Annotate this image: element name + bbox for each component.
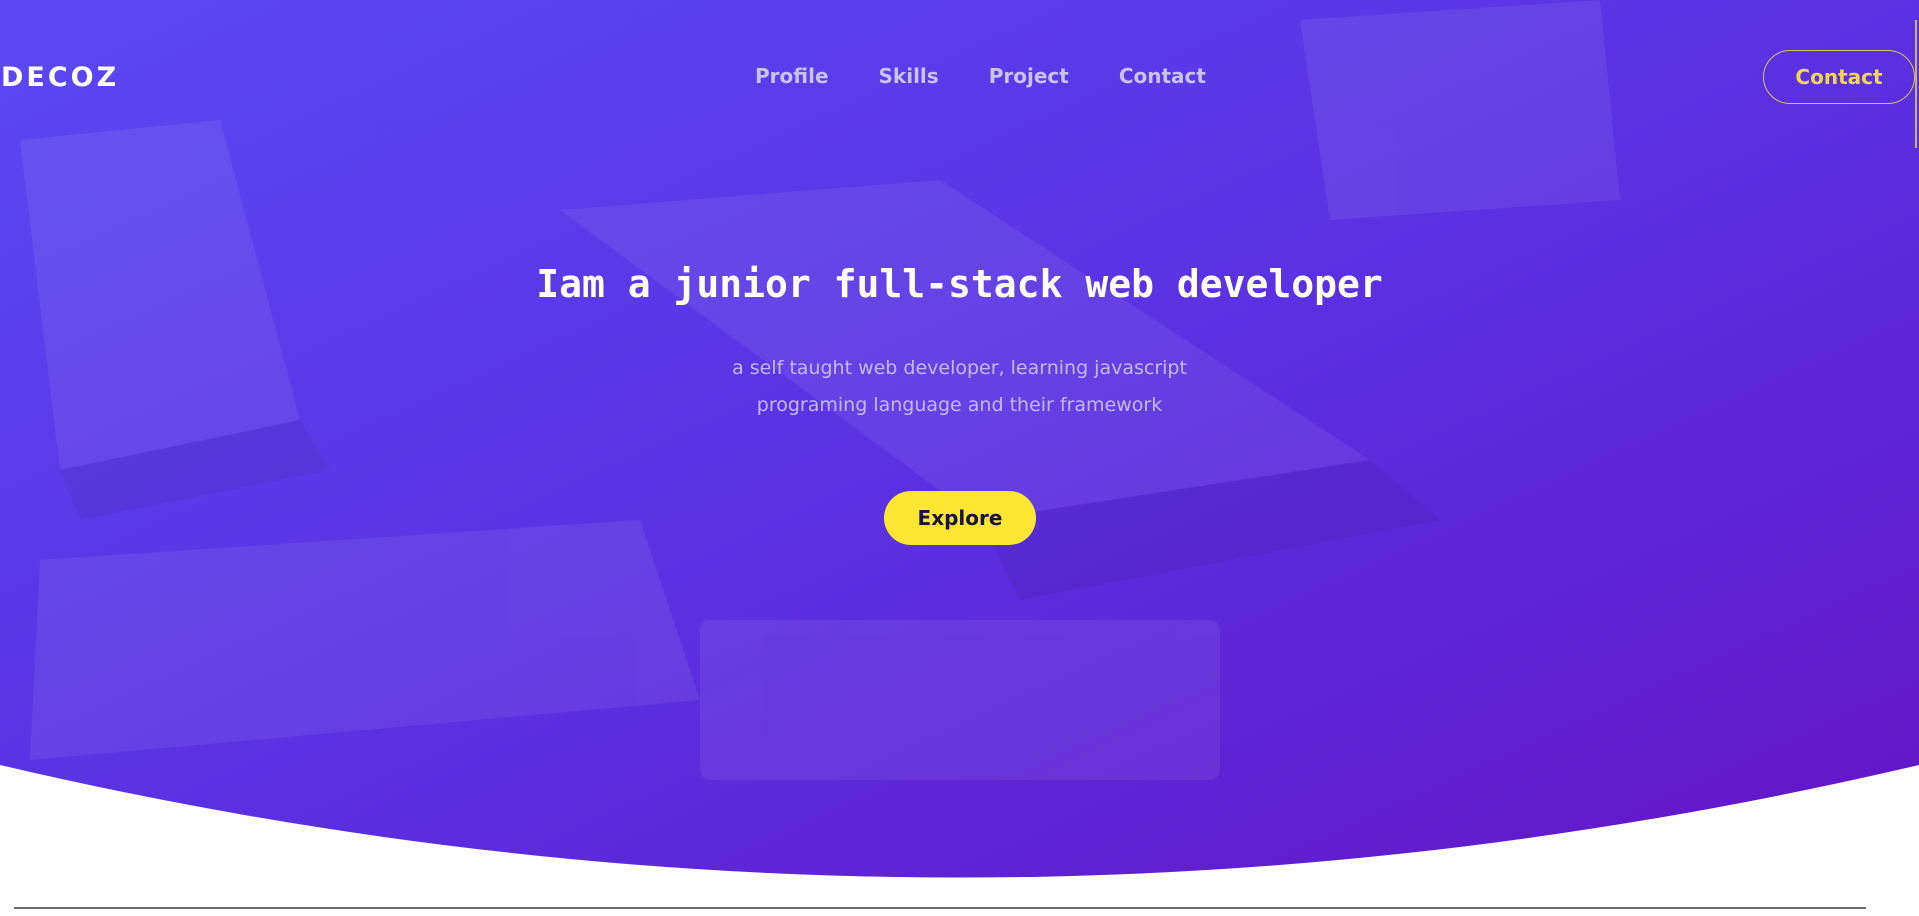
navbar: DECOZ Profile Skills Project Contact Con… xyxy=(0,0,1919,160)
nav-link-project[interactable]: Project xyxy=(989,64,1069,88)
hero-subtitle-line-1: a self taught web developer, learning ja… xyxy=(732,357,1187,379)
nav-menu: Profile Skills Project Contact xyxy=(755,64,1206,88)
hero-subtitle-line-2: programing language and their framework xyxy=(756,394,1163,416)
nav-item-contact: Contact xyxy=(1119,64,1206,88)
nav-link-contact[interactable]: Contact xyxy=(1119,64,1206,88)
nav-link-profile[interactable]: Profile xyxy=(755,64,829,88)
nav-item-skills: Skills xyxy=(879,64,939,88)
nav-item-project: Project xyxy=(989,64,1069,88)
nav-item-profile: Profile xyxy=(755,64,829,88)
explore-button[interactable]: Explore xyxy=(884,491,1036,545)
nav-link-skills[interactable]: Skills xyxy=(879,64,939,88)
brand-logo[interactable]: DECOZ xyxy=(1,62,119,93)
hero-title: Iam a junior full-stack web developer xyxy=(536,262,1383,306)
contact-button[interactable]: Contact xyxy=(1763,50,1915,104)
scrollbar-thumb[interactable] xyxy=(1915,20,1917,148)
hero-subtitle: a self taught web developer, learning ja… xyxy=(0,350,1919,424)
section-divider xyxy=(14,907,1866,909)
page: DECOZ Profile Skills Project Contact Con… xyxy=(0,0,1919,916)
hero-section: DECOZ Profile Skills Project Contact Con… xyxy=(0,0,1919,890)
